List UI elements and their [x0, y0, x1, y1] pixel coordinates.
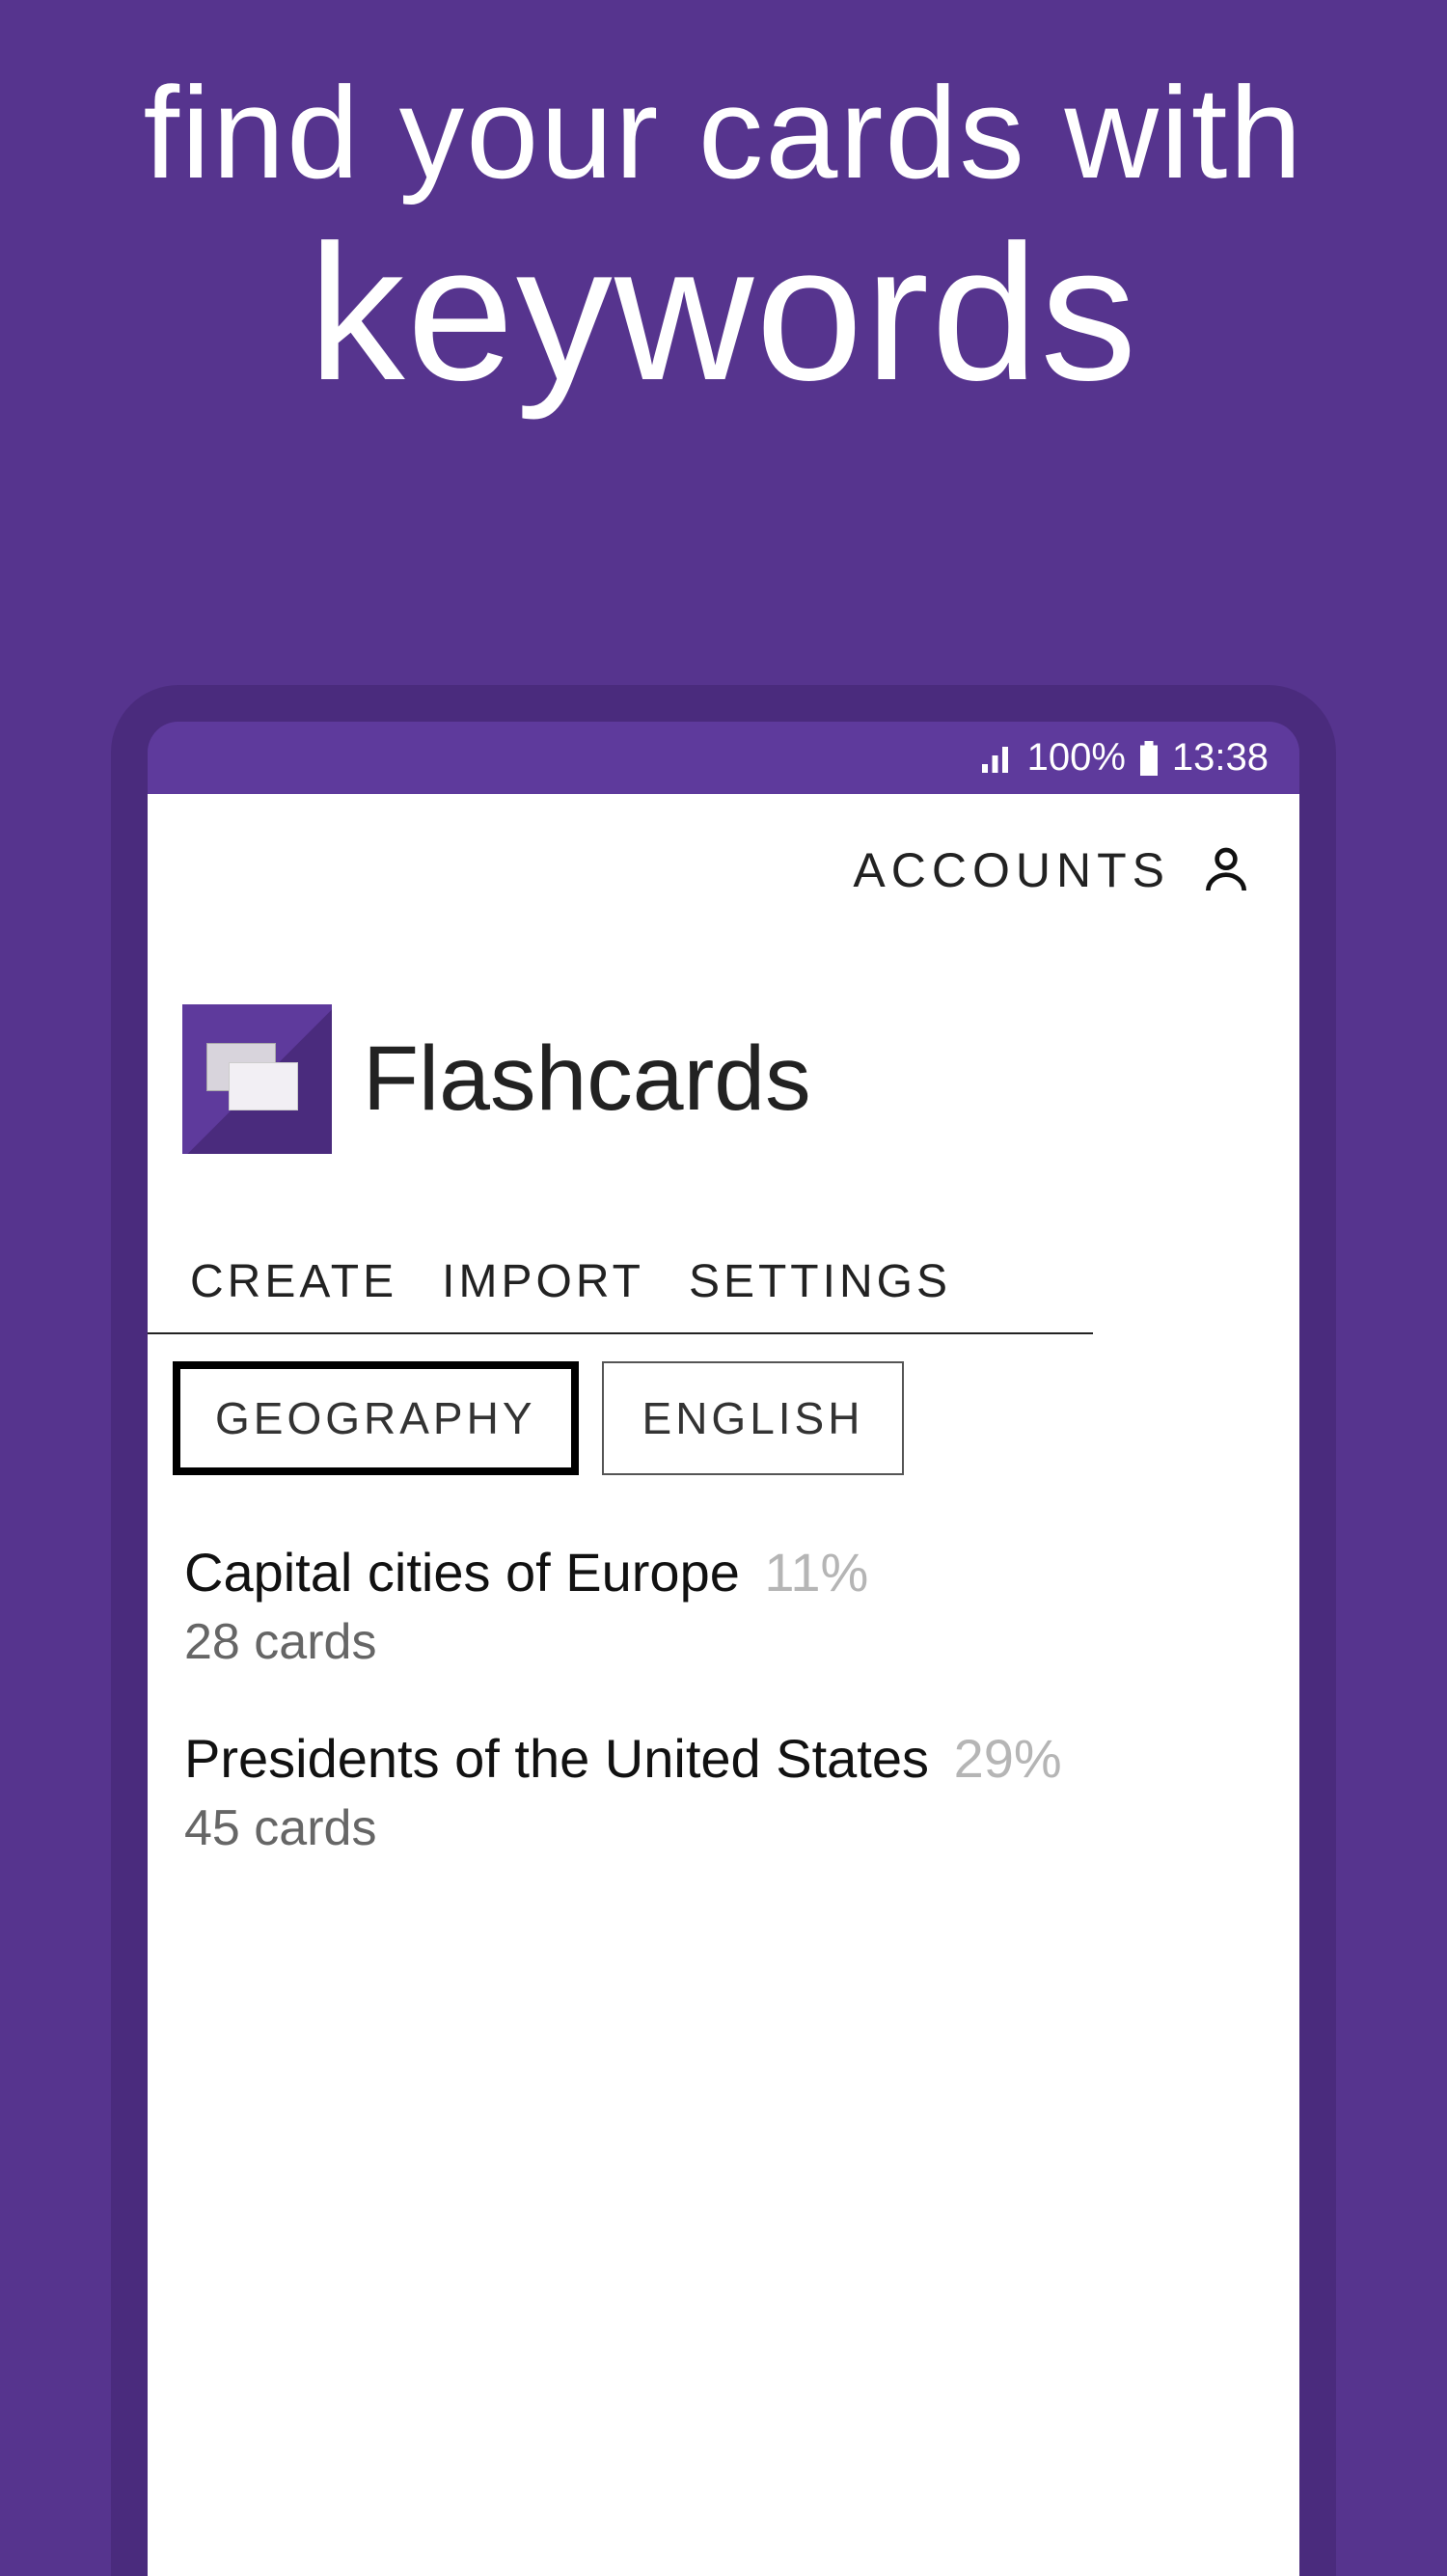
tags-row: GEOGRAPHY ENGLISH [148, 1334, 1299, 1475]
menu-create[interactable]: CREATE [190, 1255, 397, 1308]
clock: 13:38 [1172, 736, 1269, 780]
deck-percent: 11% [764, 1542, 868, 1603]
deck-percent: 29% [954, 1728, 1062, 1789]
deck-count: 45 cards [184, 1799, 1299, 1857]
menu-import[interactable]: IMPORT [442, 1255, 644, 1308]
promo-line2: keywords [0, 207, 1447, 420]
app-screen: ACCOUNTS Flashcards CREATE IMPORT SETTIN… [148, 794, 1299, 2576]
app-header: Flashcards [148, 898, 1299, 1154]
deck-title: Capital cities of Europe [184, 1542, 740, 1603]
app-icon [182, 1004, 332, 1154]
promo-line1: find your cards with [0, 58, 1447, 207]
signal-icon [979, 741, 1014, 776]
menu-row: CREATE IMPORT SETTINGS [148, 1154, 1093, 1334]
tag-english[interactable]: ENGLISH [602, 1361, 905, 1475]
device-frame: 100% 13:38 ACCOUNTS Flas [111, 685, 1336, 2576]
menu-settings[interactable]: SETTINGS [689, 1255, 951, 1308]
tag-geography[interactable]: GEOGRAPHY [173, 1361, 579, 1475]
user-icon[interactable] [1199, 843, 1253, 897]
battery-percent: 100% [1027, 736, 1126, 780]
deck-count: 28 cards [184, 1613, 1299, 1671]
deck-item[interactable]: Capital cities of Europe 11% 28 cards [184, 1541, 1299, 1671]
app-title: Flashcards [363, 1027, 811, 1132]
deck-title-row: Capital cities of Europe 11% [184, 1541, 1299, 1603]
deck-item[interactable]: Presidents of the United States 29% 45 c… [184, 1727, 1299, 1857]
deck-title: Presidents of the United States [184, 1728, 929, 1789]
status-bar: 100% 13:38 [148, 722, 1299, 794]
accounts-link[interactable]: ACCOUNTS [853, 842, 1170, 898]
promo-text: find your cards with keywords [0, 0, 1447, 420]
battery-icon [1139, 741, 1159, 776]
top-bar: ACCOUNTS [148, 794, 1299, 898]
deck-list: Capital cities of Europe 11% 28 cards Pr… [148, 1475, 1299, 1857]
deck-title-row: Presidents of the United States 29% [184, 1727, 1299, 1790]
